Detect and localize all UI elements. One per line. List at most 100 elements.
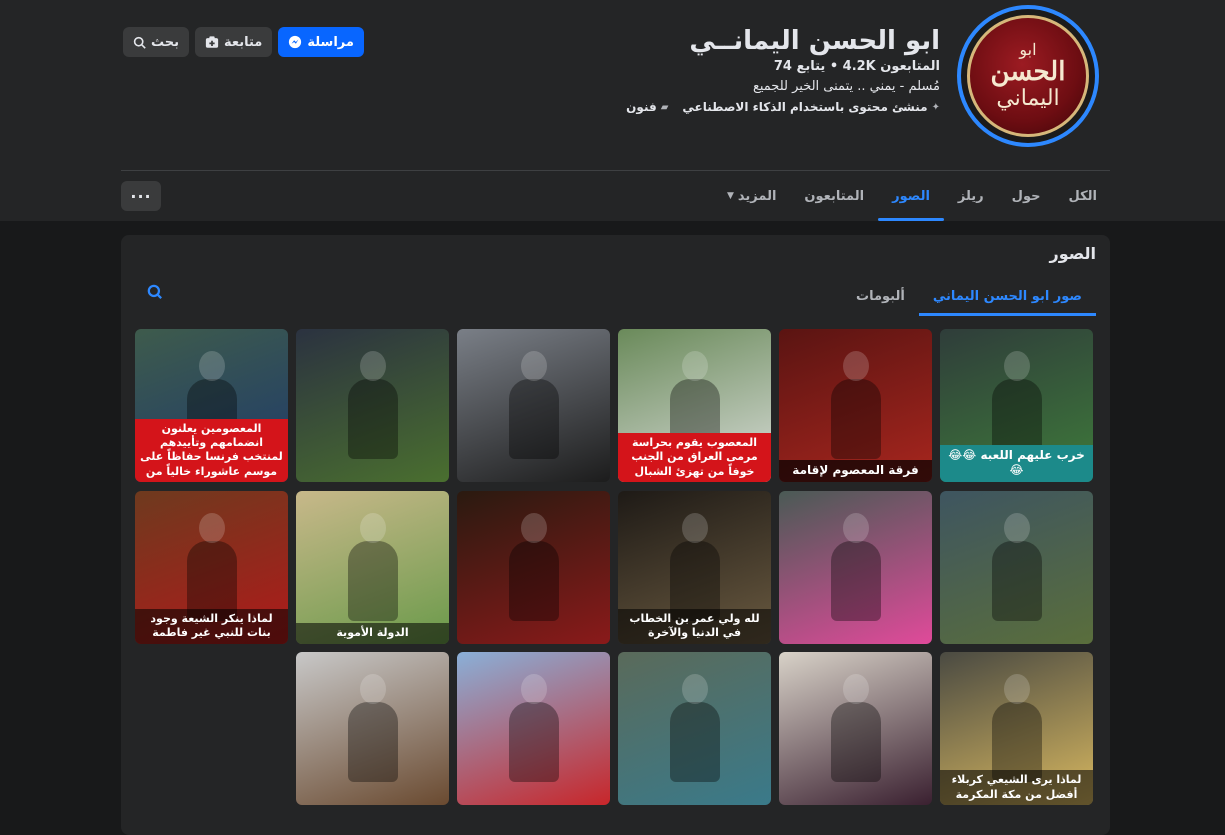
tab-followers-label: المتابعون [804,188,865,204]
meta-creator: ✦ منشئ محتوى باستخدام الذكاء الاصطناعي [682,100,940,114]
photo-caption: لله ولي عمر بن الخطاب في الدنيا والآخرة [618,608,771,644]
photo-figure-head [843,674,869,704]
profile-bio: مُسلم - يمني .. يتمنى الخير للجميع [752,79,940,94]
tab-all-label: الكل [1068,188,1097,204]
photo-tile[interactable]: خرب عليهم اللعبه 😂😂😂 [940,329,1093,482]
profile-header: ابو الحسن اليماني ابو الحسن اليمانــي ال… [0,0,1225,221]
photo-caption: لماذا ينكر الشيعة وجود بنات للنبي غير فا… [135,608,288,644]
photo-tile[interactable] [618,652,771,805]
photo-figure-head [1004,674,1030,704]
photo-tile[interactable]: فرقة المعصوم لإقامة [779,329,932,482]
profile-meta: ✦ منشئ محتوى باستخدام الذكاء الاصطناعي ▰… [626,100,940,114]
photo-figure [348,540,398,621]
tab-about[interactable]: حول [998,171,1055,221]
tab-all[interactable]: الكل [1054,171,1111,221]
photo-tile[interactable] [296,652,449,805]
photo-caption: خرب عليهم اللعبه 😂😂😂 [940,444,1093,482]
tab-photos[interactable]: الصور [878,171,944,221]
tab-about-label: حول [1011,188,1041,204]
search-icon [133,36,146,49]
photo-figure-head [199,512,225,543]
tab-reels-label: ريلز [957,188,984,204]
photo-figure-head [360,674,386,704]
photo-caption: الدولة الأموية [296,623,449,644]
tab-reels[interactable]: ريلز [944,171,998,221]
meta-category-label: فنون [626,100,657,114]
subtab-albums[interactable]: ألبومات [842,276,919,316]
photo-figure-head [843,351,869,381]
photo-caption: لماذا يرى الشيعي كربلاء أفضل من مكة المك… [940,770,1093,805]
profile-tabs: الكل حول ريلز الصور المتابعون المزيد ▼ [713,171,1111,221]
follow-icon [205,35,219,48]
photo-figure-head [360,351,386,381]
photo-figure-head [843,512,869,543]
search-button-label: بحث [151,34,180,50]
message-button[interactable]: مراسلة [278,27,364,57]
photo-figure [509,379,559,459]
photo-tile[interactable] [457,652,610,805]
profile-name[interactable]: ابو الحسن اليمانــي [626,24,940,58]
message-button-label: مراسلة [307,34,354,50]
photo-figure-head [682,674,708,704]
photo-tile[interactable] [457,329,610,482]
photo-figure-head [682,351,708,381]
search-button[interactable]: بحث [123,27,190,57]
photo-figure [348,379,398,459]
photo-caption: فرقة المعصوم لإقامة [779,460,932,482]
tab-followers[interactable]: المتابعون [790,171,878,221]
photo-figure-head [1004,512,1030,543]
photo-figure-head [521,351,547,381]
photo-tile[interactable] [457,490,610,644]
photo-caption: المعصوب يقوم بحراسة مرمى العراق من الجنب… [618,433,771,482]
tab-more[interactable]: المزيد ▼ [713,171,790,221]
photo-tile[interactable] [779,652,932,805]
photo-tile[interactable] [779,490,932,644]
photo-tile[interactable]: الدولة الأموية [296,490,449,644]
photo-figure-head [360,512,386,543]
photo-figure [670,702,720,782]
photo-figure [348,702,398,782]
category-icon: ▰ [660,101,669,113]
meta-creator-label: منشئ محتوى باستخدام الذكاء الاصطناعي [682,100,928,114]
tab-more-label: المزيد [737,188,777,204]
photo-tile[interactable] [940,490,1093,644]
sparkle-icon: ✦ [931,101,940,113]
photo-figure [509,540,559,621]
avatar-text-line3: اليماني [996,85,1060,111]
photo-figure-head [682,512,708,543]
photo-tile[interactable]: لماذا يرى الشيعي كربلاء أفضل من مكة المك… [940,652,1093,805]
subtab-user-photos[interactable]: صور ابو الحسن اليماني [918,276,1097,316]
photo-tile[interactable]: لله ولي عمر بن الخطاب في الدنيا والآخرة [618,490,771,644]
photos-search-icon[interactable] [146,283,164,301]
subtab-albums-label: ألبومات [856,288,905,304]
messenger-icon [289,35,302,49]
caret-down-icon: ▼ [726,191,734,201]
photo-figure-head [521,674,547,704]
meta-category: ▰ فنون [626,100,668,114]
profile-avatar[interactable]: ابو الحسن اليماني [957,5,1099,147]
photo-tile[interactable]: لماذا ينكر الشيعة وجود بنات للنبي غير فا… [135,490,288,644]
photo-figure-head [199,351,225,381]
follow-button-label: متابعة [224,34,263,50]
profile-stats[interactable]: المتابعون 4.2K • يتابع 74 [626,59,940,74]
photo-figure [831,379,881,459]
follow-button[interactable]: متابعة [195,27,273,57]
profile-info: ابو الحسن اليمانــي المتابعون 4.2K • يتا… [626,24,940,114]
photo-tile[interactable] [296,329,449,482]
photo-figure [509,702,559,782]
more-options-button[interactable]: ··· [121,181,161,211]
profile-actions: بحث متابعة مراسلة [123,27,364,57]
photo-figure [831,702,881,782]
avatar-text-line2: الحسن [990,57,1066,88]
photo-caption: المعصومين يعلنون انضمامهم وتأييدهم لمنتخ… [135,418,288,482]
photo-figure-head [1004,351,1030,381]
photo-tile[interactable]: المعصوب يقوم بحراسة مرمى العراق من الجنب… [618,329,771,482]
photo-figure [831,540,881,621]
photo-tile[interactable]: عاجلالمعصومين يعلنون انضمامهم وتأييدهم ل… [135,329,288,482]
tab-photos-label: الصور [892,188,930,204]
avatar-logo: ابو الحسن اليماني [967,15,1089,137]
photos-title: الصور [1049,244,1097,263]
photo-figure [992,540,1042,621]
photos-panel: الصور صور ابو الحسن اليماني ألبومات خرب … [121,235,1110,835]
photo-figure-head [521,512,547,543]
